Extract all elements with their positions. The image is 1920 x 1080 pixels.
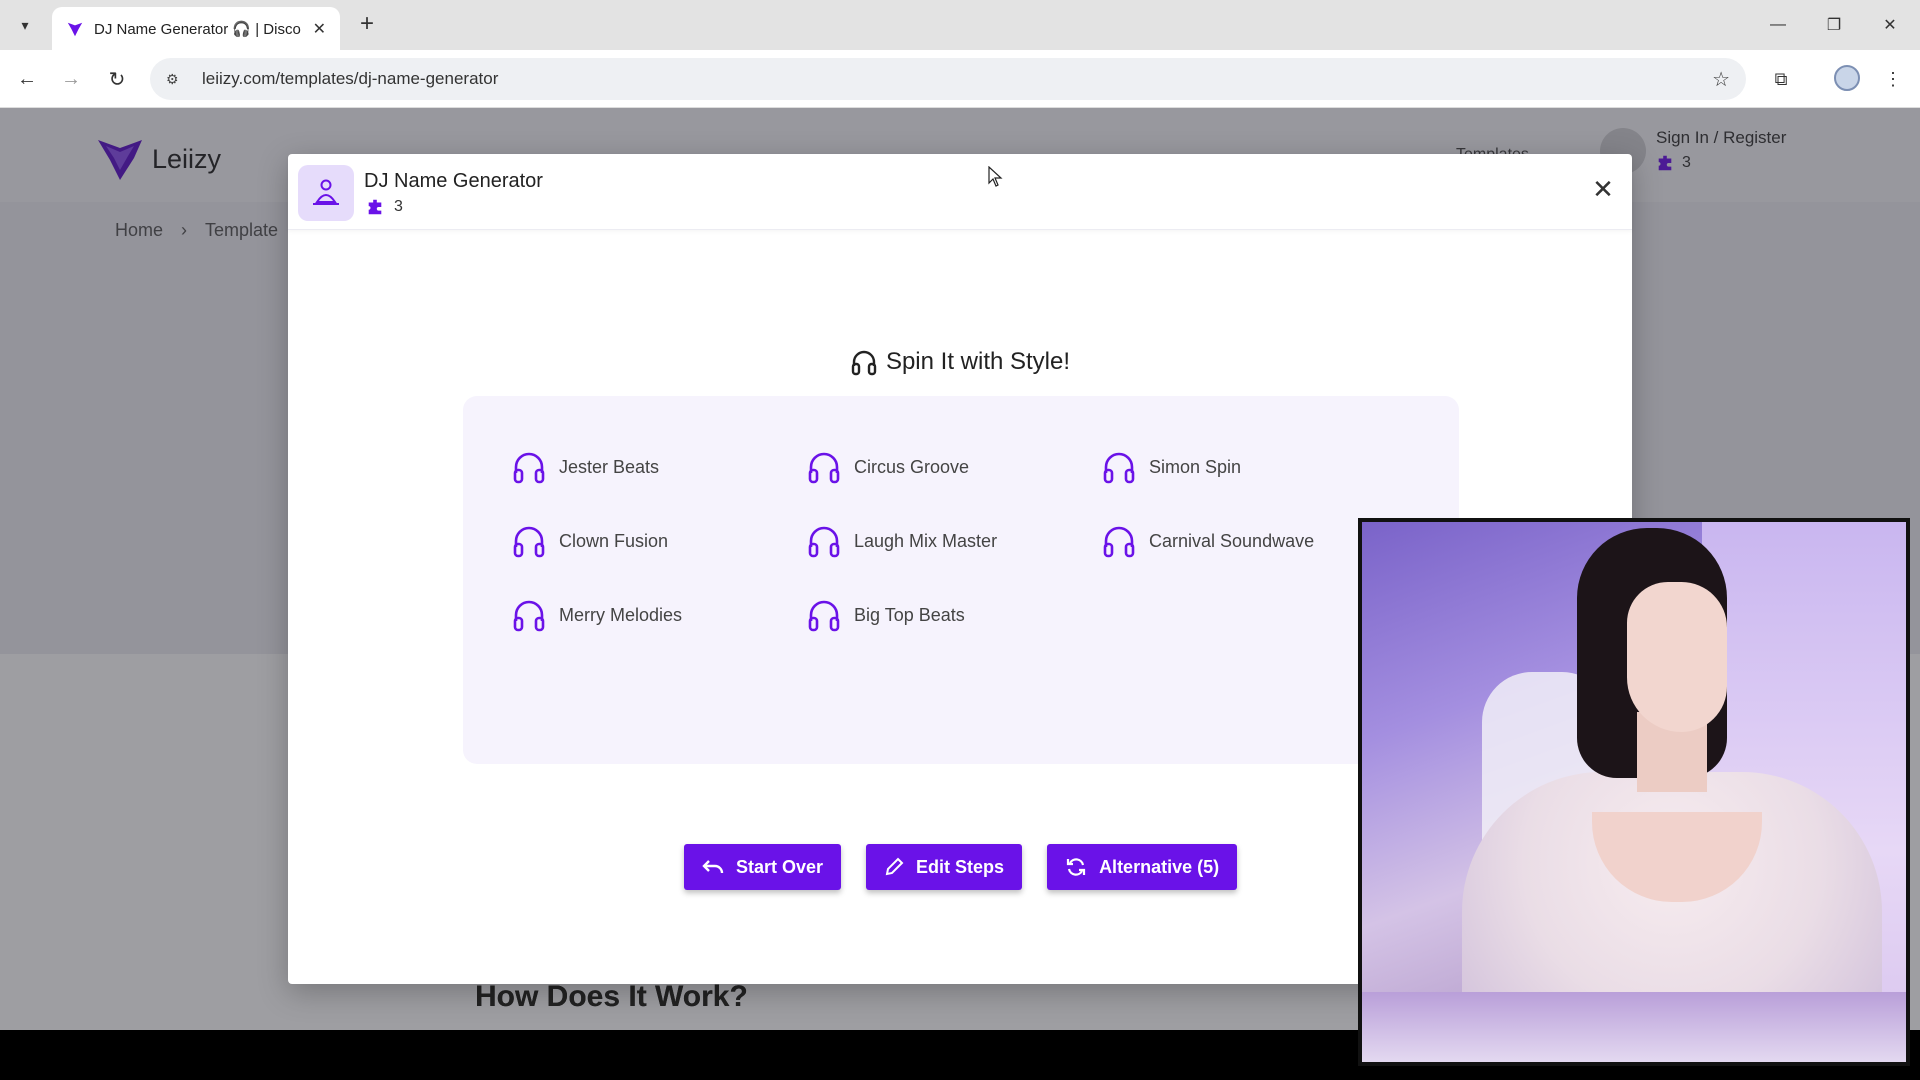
result-heading: Spin It with Style! [288,348,1632,376]
site-info-icon[interactable]: ⚙ [166,71,188,88]
modal-credits: 3 [366,198,403,216]
headphones-icon [513,600,545,632]
webcam-overlay [1358,518,1910,1066]
modal-header: DJ Name Generator 3 ✕ [288,154,1632,230]
dj-name-item[interactable]: Big Top Beats [806,578,1101,652]
profile-avatar[interactable] [1834,65,1860,91]
leiizy-favicon-icon [67,22,83,36]
back-icon[interactable]: ← [12,64,42,94]
minimize-icon[interactable]: — [1758,10,1798,40]
undo-icon [702,860,724,874]
dj-name-item[interactable]: Jester Beats [511,430,806,504]
browser-menu-icon[interactable]: ⋮ [1876,62,1910,96]
browser-nav-bar: ← → ↻ ⚙ leiizy.com/templates/dj-name-gen… [0,50,1920,108]
headphones-icon [513,526,545,558]
dj-name-item[interactable]: Carnival Soundwave [1101,504,1396,578]
tab-title: DJ Name Generator 🎧 | Disco [94,20,301,38]
alternative-button[interactable]: Alternative (5) [1047,844,1238,890]
tab-list-icon[interactable]: ▾ [12,12,38,38]
modal-title: DJ Name Generator [364,170,543,192]
dj-name-item[interactable]: Laugh Mix Master [806,504,1101,578]
browser-tab-bar: ▾ DJ Name Generator 🎧 | Disco ✕ + — ❐ ✕ [0,0,1920,50]
new-tab-button[interactable]: + [354,12,380,38]
start-over-label: Start Over [736,856,824,877]
forward-icon[interactable]: → [56,64,86,94]
pencil-icon [885,857,904,876]
headphones-icon [513,452,545,484]
dj-names-grid: Jester Beats Circus Groove Simon Spin Cl… [511,430,1396,652]
window-close-icon[interactable]: ✕ [1870,10,1910,40]
headphones-icon [1103,526,1135,558]
how-it-works-title-visible: How Does It Work? [475,980,748,1013]
dj-name-item[interactable]: Simon Spin [1101,430,1396,504]
mouse-cursor-icon [988,166,1003,187]
headphones-icon [851,350,877,376]
dj-name-item[interactable]: Circus Groove [806,430,1101,504]
dj-name-item[interactable]: Clown Fusion [511,504,806,578]
start-over-button[interactable]: Start Over [684,844,842,890]
result-heading-text: Spin It with Style! [885,348,1071,375]
address-bar[interactable]: ⚙ leiizy.com/templates/dj-name-generator… [150,58,1746,100]
webcam-person-face [1627,582,1727,732]
dj-name-text: Simon Spin [1149,456,1242,477]
result-box: Jester Beats Circus Groove Simon Spin Cl… [463,396,1459,764]
modal-actions: Start Over Edit Steps Alternative (5) [684,844,1262,890]
dj-name-text: Clown Fusion [559,530,669,551]
headphones-icon [808,452,840,484]
dj-name-text: Merry Melodies [559,604,683,625]
dj-name-item[interactable]: Merry Melodies [511,578,806,652]
extensions-icon[interactable]: ⧉ [1764,62,1798,96]
dj-name-text: Laugh Mix Master [854,530,998,551]
template-avatar-icon [298,165,354,221]
restore-icon[interactable]: ❐ [1814,10,1854,40]
close-icon[interactable]: ✕ [1588,174,1618,204]
refresh-icon [1066,858,1086,876]
bookmark-star-icon[interactable]: ☆ [1712,67,1730,92]
dj-name-text: Carnival Soundwave [1149,530,1315,551]
headphones-icon [808,526,840,558]
alternative-label: Alternative (5) [1099,856,1220,877]
edit-steps-button[interactable]: Edit Steps [866,844,1023,890]
headphones-icon [1103,452,1135,484]
url-text[interactable]: leiizy.com/templates/dj-name-generator [202,69,1712,89]
tab-close-icon[interactable]: ✕ [313,19,326,39]
dj-name-text: Circus Groove [854,456,970,477]
reload-icon[interactable]: ↻ [102,64,132,94]
puzzle-icon [368,199,382,215]
headphones-icon [808,600,840,632]
modal-credits-count: 3 [394,198,403,215]
dj-name-text: Big Top Beats [854,604,965,625]
webcam-desk [1362,992,1906,1062]
dj-name-text: Jester Beats [559,456,660,477]
edit-steps-label: Edit Steps [916,856,1005,877]
browser-tab[interactable]: DJ Name Generator 🎧 | Disco ✕ [52,7,340,50]
